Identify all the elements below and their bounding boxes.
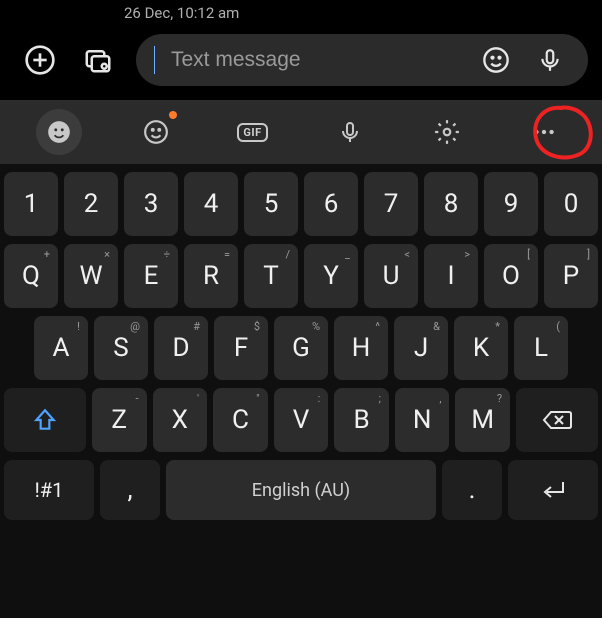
key-w[interactable]: ×W [64,244,118,308]
key-0[interactable]: 0 [544,172,598,236]
key-k[interactable]: *K [454,316,508,380]
key-5[interactable]: 5 [244,172,298,236]
key-o[interactable]: [O [484,244,538,308]
key-h[interactable]: ^H [334,316,388,380]
message-input[interactable] [171,48,462,72]
key-j[interactable]: &J [394,316,448,380]
toolbar-sticker-button[interactable] [133,109,179,155]
key-z[interactable]: -Z [92,388,147,452]
key-t[interactable]: /T [244,244,298,308]
compose-row [0,28,602,100]
key-c[interactable]: "C [213,388,268,452]
key-enter[interactable] [508,460,598,520]
toolbar-gif-button[interactable]: GIF [230,109,276,155]
key-comma[interactable]: , [100,460,160,520]
emoji-button[interactable] [476,40,516,80]
compose-input-container[interactable] [136,34,588,86]
key-2[interactable]: 2 [64,172,118,236]
key-shift[interactable] [4,388,86,452]
key-s[interactable]: @S [94,316,148,380]
keyboard-row-bottom: !#1 , English (AU) . [4,460,598,520]
key-v[interactable]: :V [274,388,329,452]
key-4[interactable]: 4 [184,172,238,236]
keyboard-toolbar: GIF [0,100,602,164]
key-a[interactable]: !A [34,316,88,380]
key-3[interactable]: 3 [124,172,178,236]
message-timestamp: 26 Dec, 10:12 am [0,0,602,28]
notification-dot [169,111,177,119]
key-backspace[interactable] [516,388,598,452]
key-period[interactable]: . [442,460,502,520]
gif-label: GIF [237,123,267,142]
key-u[interactable]: <U [364,244,418,308]
keyboard-row-a: !A @S #D $F %G ^H &J *K (L [4,316,598,380]
key-b[interactable]: ;B [334,388,389,452]
key-f[interactable]: $F [214,316,268,380]
key-q[interactable]: +Q [4,244,58,308]
key-9[interactable]: 9 [484,172,538,236]
key-y[interactable]: _Y [304,244,358,308]
key-8[interactable]: 8 [424,172,478,236]
toolbar-more-button[interactable] [521,109,567,155]
key-d[interactable]: #D [154,316,208,380]
add-attachment-button[interactable] [20,40,60,80]
key-i[interactable]: >I [424,244,478,308]
key-6[interactable]: 6 [304,172,358,236]
key-x[interactable]: 'X [153,388,208,452]
toolbar-emoji-button[interactable] [36,109,82,155]
text-cursor [154,46,155,74]
keyboard-row-z: -Z 'X "C :V ;B ,N ?M [4,388,598,452]
key-e[interactable]: ÷E [124,244,178,308]
key-r[interactable]: =R [184,244,238,308]
gallery-button[interactable] [78,40,118,80]
key-1[interactable]: 1 [4,172,58,236]
toolbar-voice-button[interactable] [327,109,373,155]
key-l[interactable]: (L [514,316,568,380]
keyboard-row-q: +Q ×W ÷E =R /T _Y <U >I [O ]P [4,244,598,308]
key-m[interactable]: ?M [455,388,510,452]
keyboard: 1 2 3 4 5 6 7 8 9 0 +Q ×W ÷E =R /T _Y <U… [0,164,602,618]
voice-message-button[interactable] [530,40,570,80]
key-symbols[interactable]: !#1 [4,460,94,520]
key-p[interactable]: ]P [544,244,598,308]
toolbar-settings-button[interactable] [424,109,470,155]
key-n[interactable]: ,N [395,388,450,452]
key-g[interactable]: %G [274,316,328,380]
keyboard-row-numbers: 1 2 3 4 5 6 7 8 9 0 [4,172,598,236]
key-space[interactable]: English (AU) [166,460,436,520]
key-7[interactable]: 7 [364,172,418,236]
